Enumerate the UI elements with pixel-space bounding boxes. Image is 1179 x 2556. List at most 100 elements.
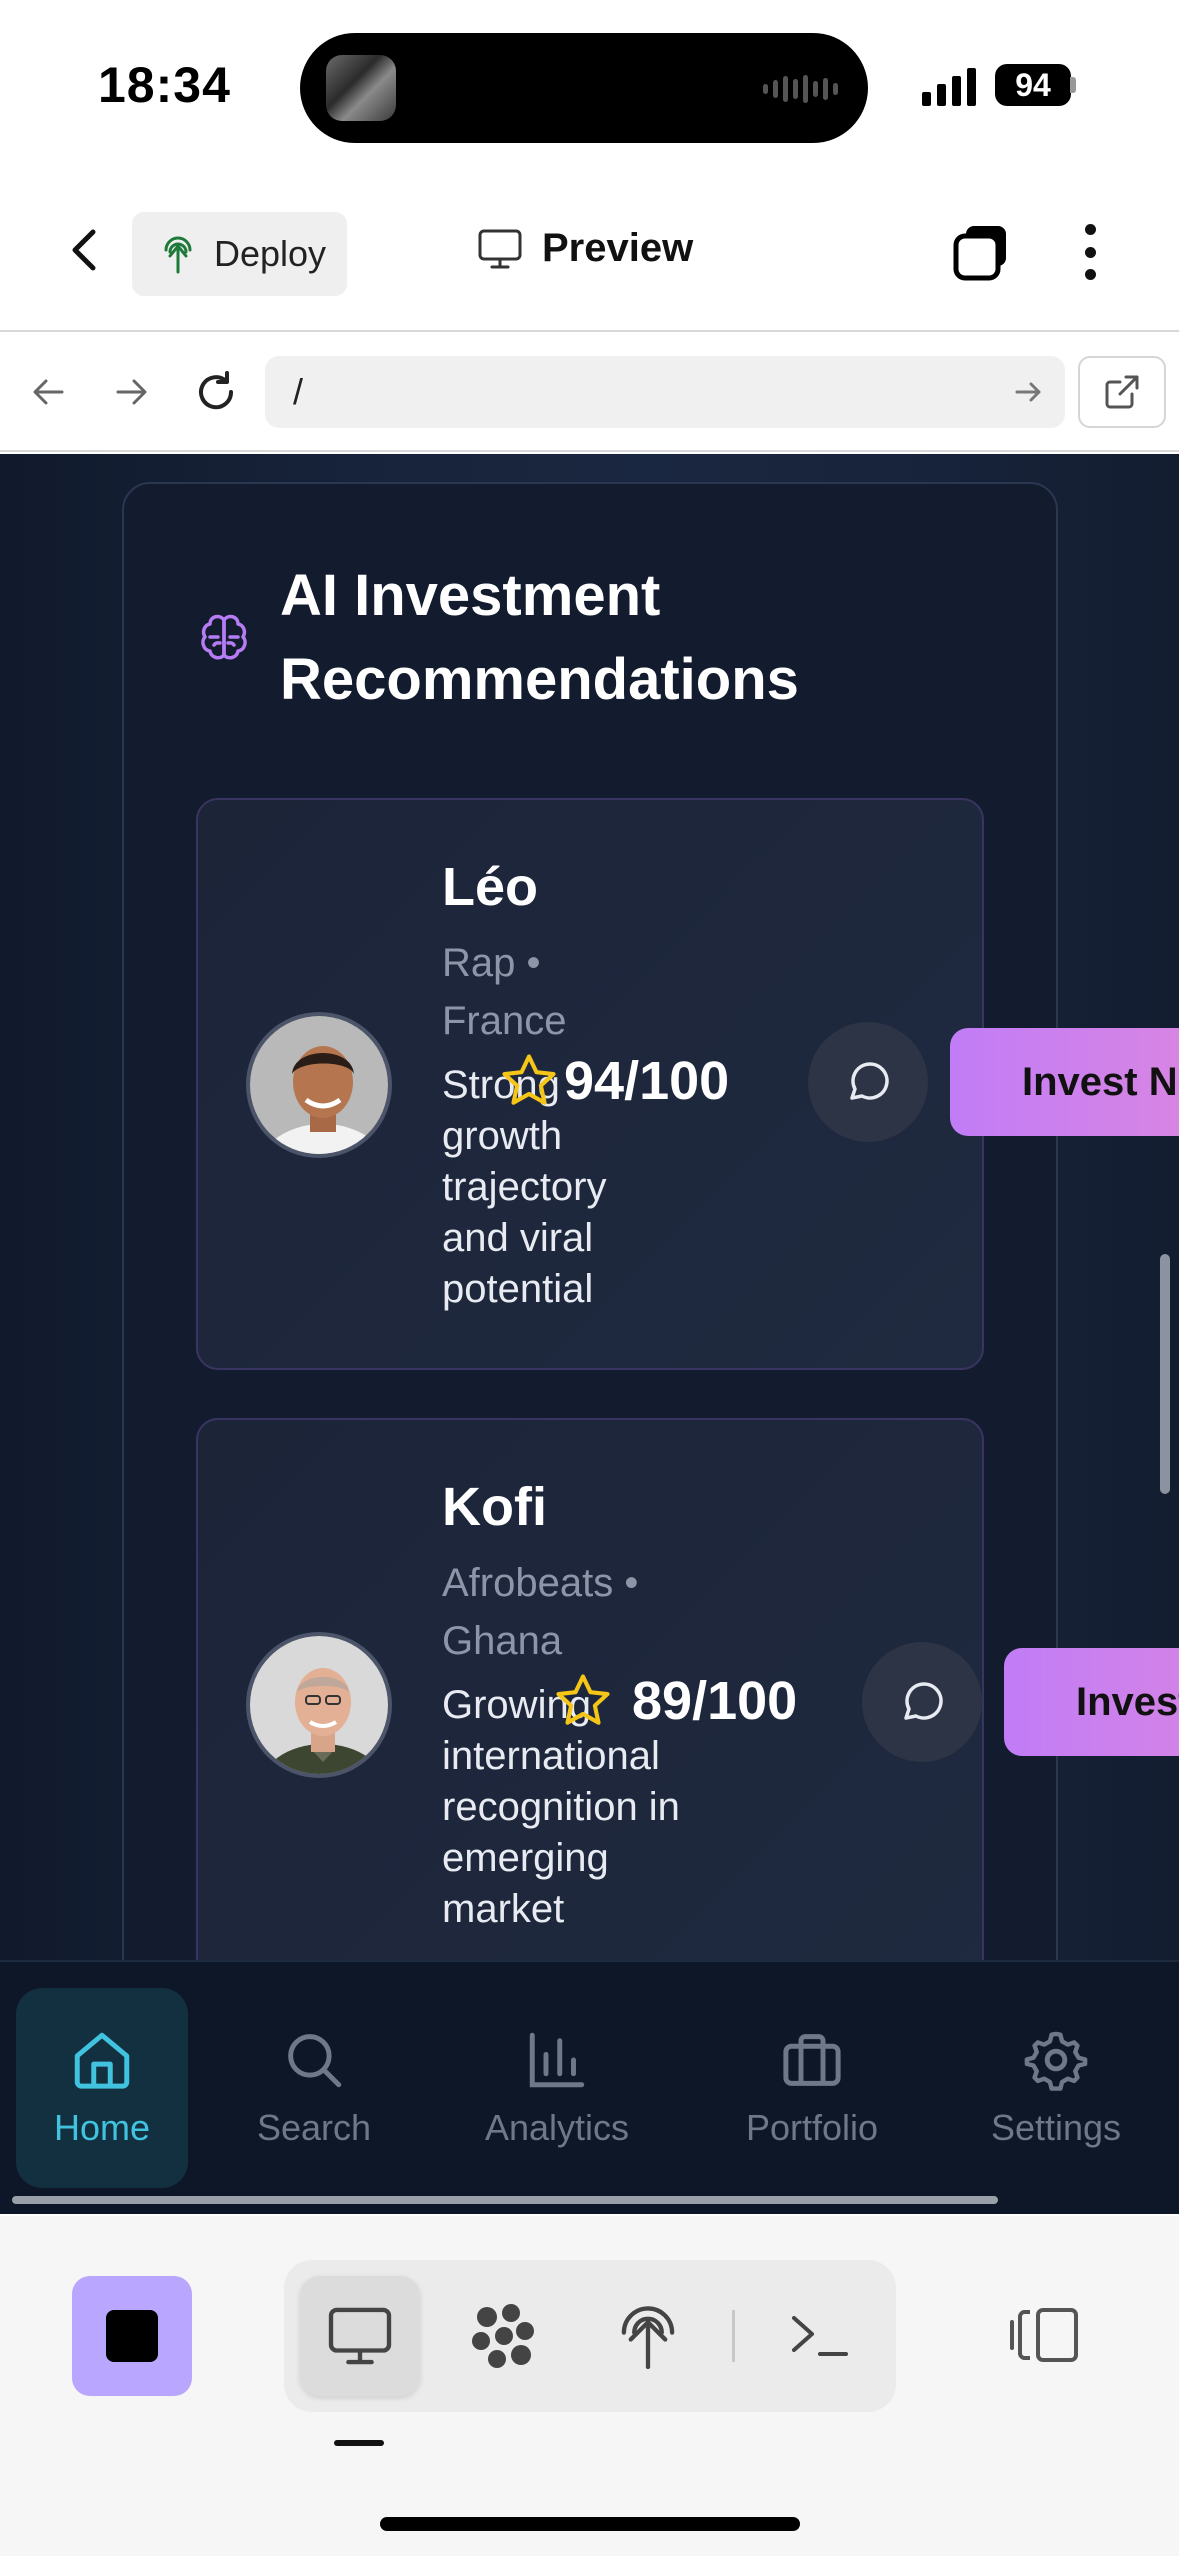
message-circle-icon (850, 1062, 889, 1100)
tab-settings[interactable]: Settings (970, 1988, 1142, 2188)
reload-button[interactable] (186, 362, 246, 422)
tab-analytics[interactable]: Analytics (462, 1988, 652, 2188)
deploy-label: Deploy (214, 233, 327, 274)
recommendations-panel: AI Investment Recommendations Léo Rap • … (122, 482, 1179, 1960)
artist-name: Léo (442, 857, 539, 917)
artist-photo (250, 1636, 388, 1774)
split-panels-icon (1010, 2308, 1078, 2362)
cellular-signal-icon (922, 66, 976, 106)
toggle-panels-button[interactable] (1000, 2290, 1090, 2380)
tab-label: Analytics (484, 2107, 630, 2148)
dot (1084, 246, 1096, 258)
gear-icon (1024, 2031, 1088, 2091)
url-input[interactable]: / (265, 356, 1065, 428)
vertical-scrollbar[interactable] (1160, 1254, 1170, 1494)
artist-genre-country: Rap • France (442, 934, 642, 1050)
deploy-tree-icon (621, 2306, 675, 2370)
brain-icon (201, 614, 247, 660)
ai-score-value: 94/100 (564, 1051, 730, 1111)
stop-button[interactable] (72, 2276, 192, 2396)
tool-group (284, 2260, 896, 2412)
avatar (246, 1012, 392, 1158)
status-bar: 18:34 94 (0, 0, 1179, 170)
bar-chart-icon (529, 2032, 585, 2088)
star-icon (556, 1674, 610, 1725)
deploy-tool-button[interactable] (588, 2276, 708, 2396)
home-indicator[interactable] (380, 2517, 800, 2531)
now-playing-thumbnail (326, 55, 396, 121)
ai-score: 89/100 (552, 1670, 797, 1732)
agent-tool-button[interactable] (444, 2276, 564, 2396)
external-link-icon (1105, 375, 1139, 409)
preview-label: Preview (542, 226, 694, 270)
chevron-left-icon (72, 229, 96, 271)
audio-wave-icon (763, 75, 838, 103)
terminal-icon (792, 2316, 848, 2356)
tab-search[interactable]: Search (234, 1988, 394, 2188)
tab-portfolio[interactable]: Portfolio (720, 1988, 904, 2188)
artist-card[interactable]: Kofi Afrobeats • Ghana Growing internati… (196, 1418, 1179, 1960)
artist-genre: Rap • (442, 941, 541, 985)
stop-icon (106, 2310, 158, 2362)
star-icon (502, 1054, 556, 1105)
deploy-button[interactable]: Deploy (132, 212, 347, 296)
active-tool-indicator (334, 2440, 384, 2446)
deploy-tree-icon (164, 236, 192, 274)
preview-tool-button[interactable] (300, 2276, 420, 2396)
preview-tab[interactable]: Preview (478, 226, 693, 271)
divider (732, 2310, 735, 2362)
ide-toolbar (0, 2216, 1179, 2556)
artist-card[interactable]: Léo Rap • France Strong growth trajector… (196, 798, 1179, 1370)
chat-button[interactable] (862, 1642, 982, 1762)
battery-tip (1070, 77, 1076, 93)
avatar (246, 1632, 392, 1778)
browser-bar: / (0, 332, 1179, 452)
home-icon (74, 2032, 130, 2089)
search-icon (288, 2034, 342, 2088)
stacked-windows-icon (953, 226, 1006, 281)
battery-icon: 94 (995, 64, 1071, 106)
artist-genre: Afrobeats • (442, 1561, 639, 1605)
arrow-right-icon (116, 379, 147, 405)
horizontal-scrollbar[interactable] (12, 2196, 998, 2204)
bottom-tab-bar: Home Search Analytics Portfolio Settings (0, 1960, 1179, 2214)
more-options-button[interactable] (1070, 218, 1110, 286)
dot (1084, 224, 1096, 235)
monitor-icon (328, 2307, 392, 2365)
status-time: 18:34 (98, 57, 231, 113)
artist-genre-country: Afrobeats • Ghana (442, 1554, 702, 1670)
monitor-icon (478, 229, 522, 268)
artist-country: France (442, 999, 567, 1043)
shell-tool-button[interactable] (760, 2276, 880, 2396)
briefcase-icon (783, 2034, 841, 2086)
arrow-left-icon (33, 379, 64, 405)
go-arrow-icon[interactable] (1011, 374, 1047, 410)
chat-button[interactable] (808, 1022, 928, 1142)
tab-label: Search (256, 2107, 372, 2148)
artist-country: Ghana (442, 1619, 563, 1663)
reload-icon (199, 371, 234, 410)
dot (1084, 269, 1096, 280)
open-external-button[interactable] (1078, 356, 1166, 428)
artist-name: Kofi (442, 1477, 547, 1537)
invest-now-button[interactable]: Invest Now (1004, 1648, 1179, 1756)
tab-label: Portfolio (745, 2107, 879, 2148)
tab-label: Settings (990, 2107, 1122, 2148)
tab-label: Home (53, 2107, 151, 2148)
message-circle-icon (904, 1682, 943, 1720)
url-text: / (293, 371, 304, 412)
web-preview: AI Investment Recommendations Léo Rap • … (0, 454, 1179, 1960)
back-button[interactable] (55, 220, 115, 280)
agent-swirl-icon (472, 2304, 534, 2368)
app-header: Deploy Preview (0, 170, 1179, 332)
ai-score-value: 89/100 (632, 1671, 798, 1731)
panel-header: AI Investment Recommendations (196, 554, 880, 722)
tabs-button[interactable] (950, 220, 1014, 284)
ai-score: 94/100 (498, 1050, 729, 1112)
tab-home[interactable]: Home (16, 1988, 188, 2188)
artist-photo (250, 1016, 388, 1154)
invest-now-button[interactable]: Invest Now (950, 1028, 1179, 1136)
browser-forward-button[interactable] (102, 362, 162, 422)
browser-back-button[interactable] (18, 362, 78, 422)
dynamic-island (300, 33, 868, 143)
